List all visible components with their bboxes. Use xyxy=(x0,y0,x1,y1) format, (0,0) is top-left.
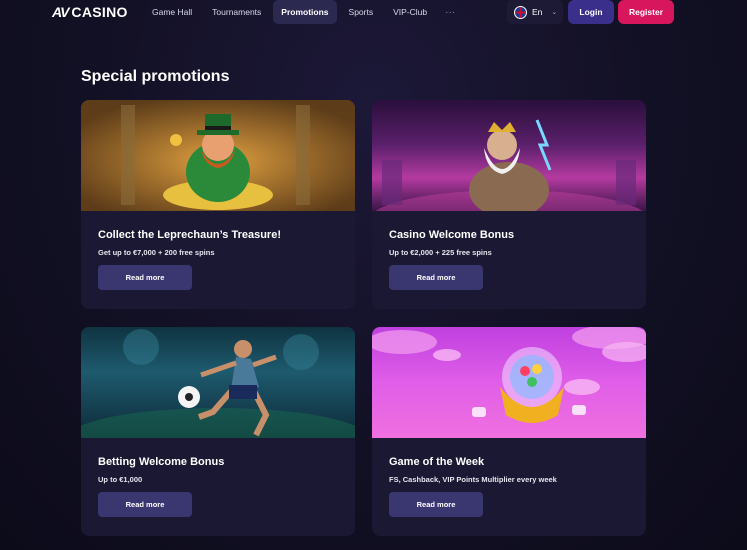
uk-flag-icon xyxy=(514,5,527,19)
read-more-button[interactable]: Read more xyxy=(98,265,192,290)
promo-card-game-of-week: Game of the Week FS, Cashback, VIP Point… xyxy=(372,327,646,536)
nav-promotions[interactable]: Promotions xyxy=(273,0,337,24)
promo-image-betting-welcome[interactable] xyxy=(81,327,355,438)
promo-image-leprechaun[interactable] xyxy=(81,100,355,211)
site-logo[interactable]: AV CASINO xyxy=(52,4,128,20)
read-more-button[interactable]: Read more xyxy=(389,265,483,290)
promo-image-game-of-week[interactable] xyxy=(372,327,646,438)
promo-title: Game of the Week xyxy=(389,456,485,468)
chevron-down-icon: ⌄ xyxy=(551,9,558,16)
nav-tournaments[interactable]: Tournaments xyxy=(204,0,269,24)
logo-mark: AV xyxy=(52,4,69,20)
promo-card-leprechaun: Collect the Leprechaun’s Treasure! Get u… xyxy=(81,100,355,309)
nav-vip-club[interactable]: VIP-Club xyxy=(385,0,435,24)
promo-subtitle: FS, Cashback, VIP Points Multiplier ever… xyxy=(389,475,557,484)
top-header: AV CASINO Game Hall Tournaments Promotio… xyxy=(0,0,747,25)
promo-subtitle: Up to €1,000 xyxy=(98,475,143,484)
nav-game-hall[interactable]: Game Hall xyxy=(144,0,200,24)
read-more-button[interactable]: Read more xyxy=(389,492,483,517)
language-selector[interactable]: En ⌄ xyxy=(507,0,563,24)
nav-sports[interactable]: Sports xyxy=(341,0,382,24)
promo-card-betting-welcome: Betting Welcome Bonus Up to €1,000 Read … xyxy=(81,327,355,536)
promo-image-casino-welcome[interactable] xyxy=(372,100,646,211)
page-title: Special promotions xyxy=(81,68,230,85)
promo-subtitle: Up to €2,000 + 225 free spins xyxy=(389,248,492,257)
register-button[interactable]: Register xyxy=(618,0,674,24)
promo-title: Betting Welcome Bonus xyxy=(98,456,225,468)
main-nav: Game Hall Tournaments Promotions Sports … xyxy=(144,0,461,24)
promo-title: Casino Welcome Bonus xyxy=(389,229,515,241)
logo-text: CASINO xyxy=(71,4,128,20)
promo-title: Collect the Leprechaun’s Treasure! xyxy=(98,229,281,241)
language-label: En xyxy=(532,7,543,17)
read-more-button[interactable]: Read more xyxy=(98,492,192,517)
promo-subtitle: Get up to €7,000 + 200 free spins xyxy=(98,248,215,257)
more-menu-icon[interactable]: ··· xyxy=(439,0,461,24)
login-button[interactable]: Login xyxy=(568,0,614,24)
promo-card-casino-welcome: Casino Welcome Bonus Up to €2,000 + 225 … xyxy=(372,100,646,309)
